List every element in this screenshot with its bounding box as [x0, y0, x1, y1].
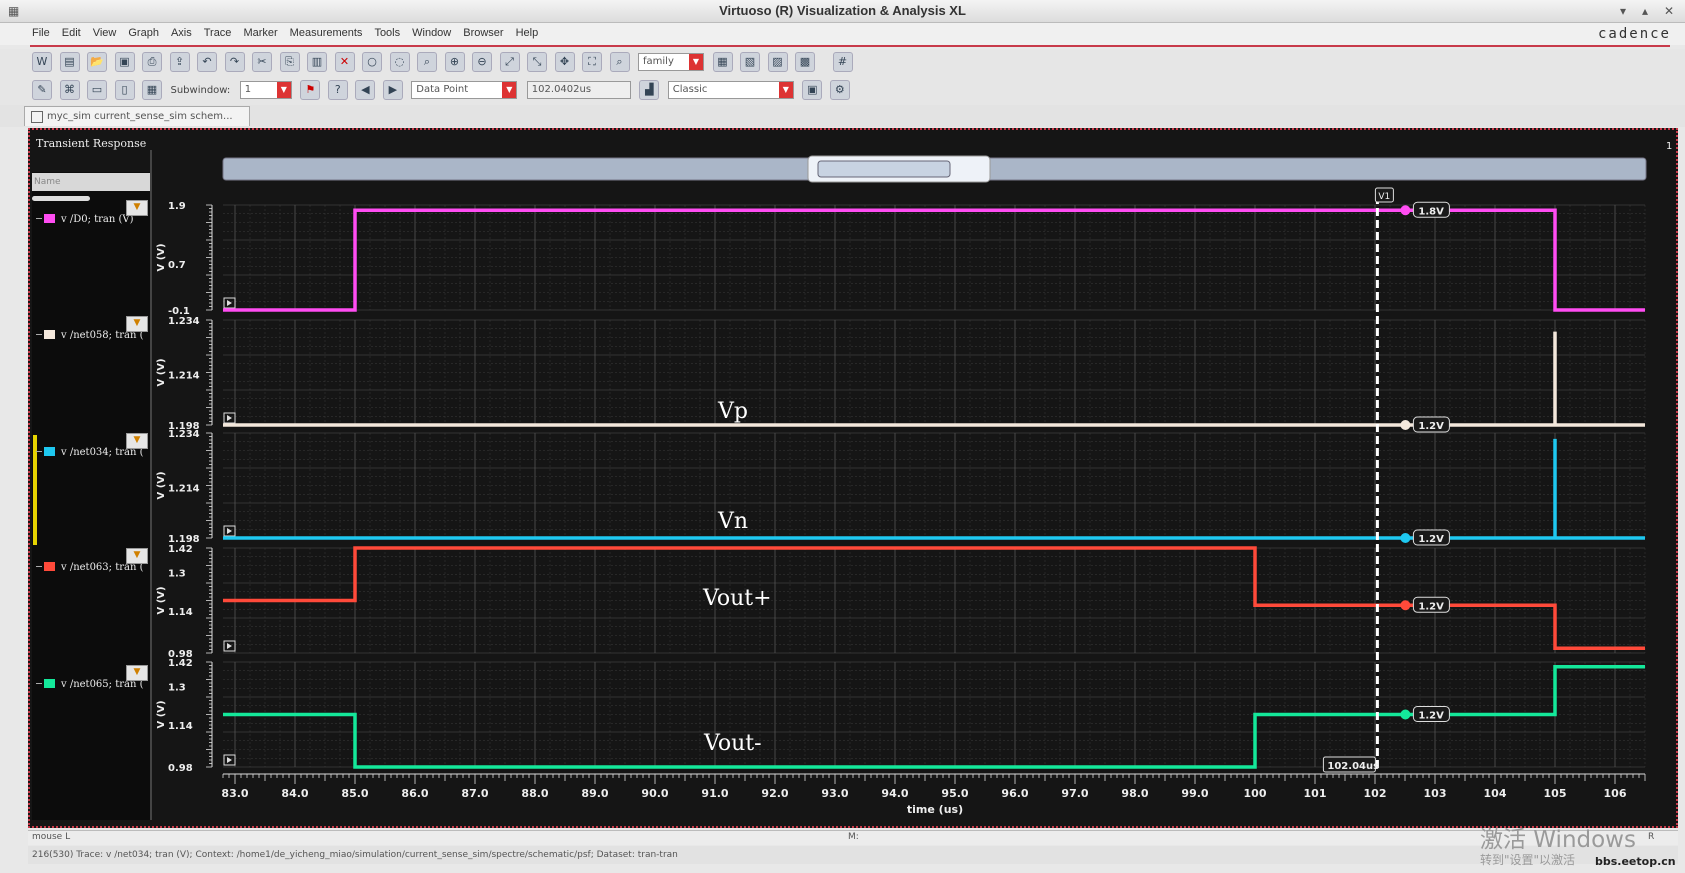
- trace-annotation: Vp: [717, 399, 748, 424]
- scrollbar-thumb-inner: [817, 160, 951, 178]
- x-tick-label: 92.0: [761, 787, 788, 800]
- strip-5[interactable]: 1.42 1.3 1.14 0.98 V (V) Vout- 1.2V: [156, 658, 1646, 774]
- y-axis-label: V (V): [156, 471, 167, 499]
- marker-value-label: 1.8V: [1418, 206, 1444, 217]
- y-tick-label: 1.42: [168, 658, 193, 669]
- y-tick-label: 1.9: [168, 201, 186, 212]
- strip-3[interactable]: 1.2341.2141.198V (V)Vn1.2V: [156, 429, 1646, 546]
- x-tick-label: 90.0: [641, 787, 668, 800]
- x-scrollbar[interactable]: [222, 155, 1647, 183]
- x-tick-label: 103: [1424, 787, 1447, 800]
- trace-annotation: Vout+: [702, 586, 772, 611]
- x-tick-label: 105: [1544, 787, 1567, 800]
- strip-grid: [223, 204, 1646, 311]
- play-icon: [227, 528, 232, 534]
- trace-annotation: Vout-: [703, 731, 762, 756]
- marker-dot[interactable]: [1400, 600, 1411, 611]
- y-tick-label: 1.3: [168, 683, 186, 694]
- marker-x-readout: 102.04us: [1327, 761, 1379, 772]
- marker-dot[interactable]: [1400, 205, 1411, 216]
- x-tick-label: 100: [1244, 787, 1267, 800]
- y-tick-label: 1.42: [168, 544, 193, 555]
- y-tick-label: 1.234: [168, 316, 200, 327]
- y-tick-label: 1.214: [168, 483, 200, 494]
- y-axis-label: V (V): [156, 586, 167, 614]
- x-tick-label: 88.0: [521, 787, 548, 800]
- trace-line[interactable]: [223, 208, 1645, 312]
- y-tick-label: 1.14: [168, 607, 193, 618]
- marker-tag-label: V1: [1378, 192, 1390, 202]
- y-tick-label: 0.7: [168, 260, 186, 271]
- site-watermark: bbs.eetop.cn: [1595, 855, 1676, 868]
- marker-dot[interactable]: [1400, 420, 1411, 430]
- y-tick-label: 1.3: [168, 569, 186, 580]
- status-line: 216(530) Trace: v /net034; tran (V); Con…: [32, 850, 678, 860]
- x-tick-label: 84.0: [281, 787, 308, 800]
- y-axis-label: V (V): [156, 700, 167, 728]
- status-bar: 216(530) Trace: v /net034; tran (V); Con…: [28, 846, 1678, 864]
- x-tick-label: 89.0: [581, 787, 608, 800]
- strip-2[interactable]: 1.2341.2141.198V (V)Vp1.2V: [156, 316, 1646, 433]
- marker-value-label: 1.2V: [1418, 711, 1444, 722]
- strip-1[interactable]: 1.90.7-0.1V (V)1.8V: [156, 201, 1646, 317]
- trace-line[interactable]: [223, 438, 1645, 540]
- marker-value-label: 1.2V: [1418, 534, 1444, 545]
- x-tick-label: 102: [1364, 787, 1387, 800]
- x-tick-label: 106: [1604, 787, 1627, 800]
- mouse-left-status: mouse L: [32, 832, 71, 842]
- y-axis-label: V (V): [156, 358, 167, 386]
- y-tick-label: 1.214: [168, 370, 200, 381]
- activation-watermark-sub: 转到"设置"以激活: [1480, 853, 1576, 867]
- x-tick-label: 93.0: [821, 787, 848, 800]
- play-icon: [227, 643, 232, 649]
- x-tick-label: 87.0: [461, 787, 488, 800]
- play-icon: [227, 757, 232, 763]
- x-axis-label: time (us): [907, 803, 963, 816]
- y-tick-label: 1.14: [168, 721, 193, 732]
- strip-4[interactable]: 1.421.31.140.98V (V) Vout+ 1.2V: [156, 544, 1646, 660]
- x-tick-label: 83.0: [221, 787, 248, 800]
- marker-value-label: 1.2V: [1418, 421, 1444, 432]
- x-tick-label: 86.0: [401, 787, 428, 800]
- x-tick-label: 95.0: [941, 787, 968, 800]
- x-tick-label: 96.0: [1001, 787, 1028, 800]
- play-icon: [227, 415, 232, 421]
- y-tick-label: 1.234: [168, 429, 200, 440]
- strip-grid: [223, 319, 1646, 426]
- x-tick-label: 94.0: [881, 787, 908, 800]
- trace-annotation: Vn: [717, 509, 748, 534]
- x-tick-label: 99.0: [1181, 787, 1208, 800]
- mouse-status-bar: mouse L M: R: [28, 830, 1678, 845]
- x-tick-label: 85.0: [341, 787, 368, 800]
- marker-value-label: 1.2V: [1418, 601, 1444, 612]
- play-icon: [227, 300, 232, 306]
- marker-dot[interactable]: [1400, 709, 1411, 720]
- x-tick-label: 104: [1484, 787, 1507, 800]
- trace-line[interactable]: [223, 331, 1645, 427]
- y-tick-label: 0.98: [168, 763, 193, 774]
- mouse-middle-status: M:: [848, 832, 859, 842]
- activation-watermark: 激活 Windows: [1480, 827, 1636, 853]
- x-tick-label: 91.0: [701, 787, 728, 800]
- transient-chart: 1.90.7-0.1V (V)1.8V1.2341.2141.198V (V)V…: [156, 155, 1647, 816]
- x-tick-label: 98.0: [1121, 787, 1148, 800]
- strip-grid: [223, 432, 1646, 539]
- y-axis-label: V (V): [156, 243, 167, 271]
- marker-dot[interactable]: [1400, 533, 1411, 543]
- x-tick-label: 101: [1304, 787, 1327, 800]
- mouse-right-status: R: [1648, 832, 1655, 842]
- x-tick-label: 97.0: [1061, 787, 1088, 800]
